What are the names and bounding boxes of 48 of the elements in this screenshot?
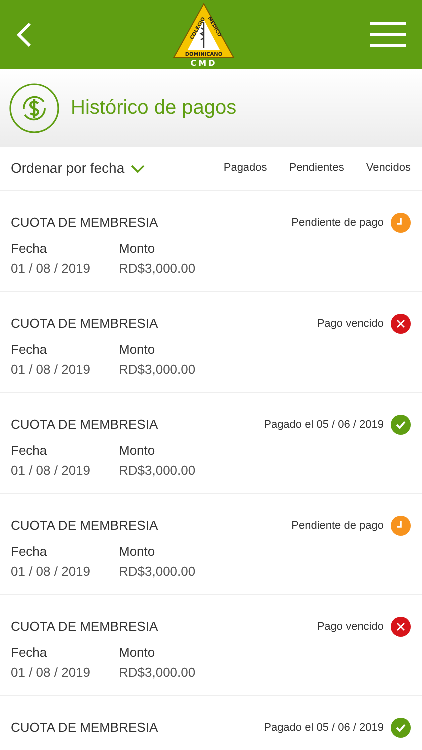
menu-button[interactable] [370,22,406,48]
field-label: Monto [119,442,156,460]
field-value: RD$3,000.00 [119,462,197,480]
payment-status: Pagado el 05 / 06 / 2019 [264,720,384,736]
field-label: Fecha [11,543,48,561]
field-value: RD$3,000.00 [119,664,197,682]
payment-status: Pagado el 05 / 06 / 2019 [264,418,384,433]
field-value: RD$3,000.00 [119,562,197,580]
filter-tab[interactable]: Vencidos [366,160,411,177]
chevron-down-icon [130,164,145,172]
payment-title: CUOTA DE MEMBRESIA [11,214,158,232]
field-label: Fecha [11,240,48,258]
field-label: Fecha [11,442,48,460]
payment-status: Pendiente de pago [292,518,384,534]
payment-title: CUOTA DE MEMBRESIA [11,517,158,536]
field-label: Monto [119,543,156,561]
check-icon [391,415,411,435]
field-label: Fecha [11,644,48,662]
payment-title: CUOTA DE MEMBRESIA [11,719,158,738]
field-value: 01 / 08 / 2019 [11,260,92,278]
menu-icon [370,22,406,48]
field-value: RD$3,000.00 [119,260,197,278]
field-label: Monto [119,240,156,258]
payment-status: Pendiente de pago [292,216,384,231]
field-label: Fecha [11,341,48,359]
field-value: 01 / 08 / 2019 [11,462,92,480]
clock-icon [391,516,411,536]
field-label: Monto [119,644,156,662]
page-title: Histórico de pagos [71,96,237,121]
payment-title: CUOTA DE MEMBRESIA [11,618,158,636]
field-value: 01 / 08 / 2019 [11,360,92,378]
filter-tab[interactable]: Pendientes [289,160,344,177]
filter-tab[interactable]: Pagados [224,160,268,177]
payment-status: Pago vencido [317,316,384,332]
payment-status: Pago vencido [317,620,384,635]
payment-title: CUOTA DE MEMBRESIA [11,416,158,434]
close-icon [391,314,411,334]
field-value: 01 / 08 / 2019 [11,664,92,682]
sort-dropdown[interactable]: Ordenar por fecha [11,158,145,179]
payment-title: CUOTA DE MEMBRESIA [11,315,158,334]
close-icon [391,617,411,637]
field-value: RD$3,000.00 [119,360,197,378]
clock-icon [391,213,411,233]
back-icon [16,22,32,48]
field-value: 01 / 08 / 2019 [11,562,92,580]
payment-history-icon [9,82,60,134]
check-icon [391,718,411,738]
field-label: Monto [119,341,156,359]
